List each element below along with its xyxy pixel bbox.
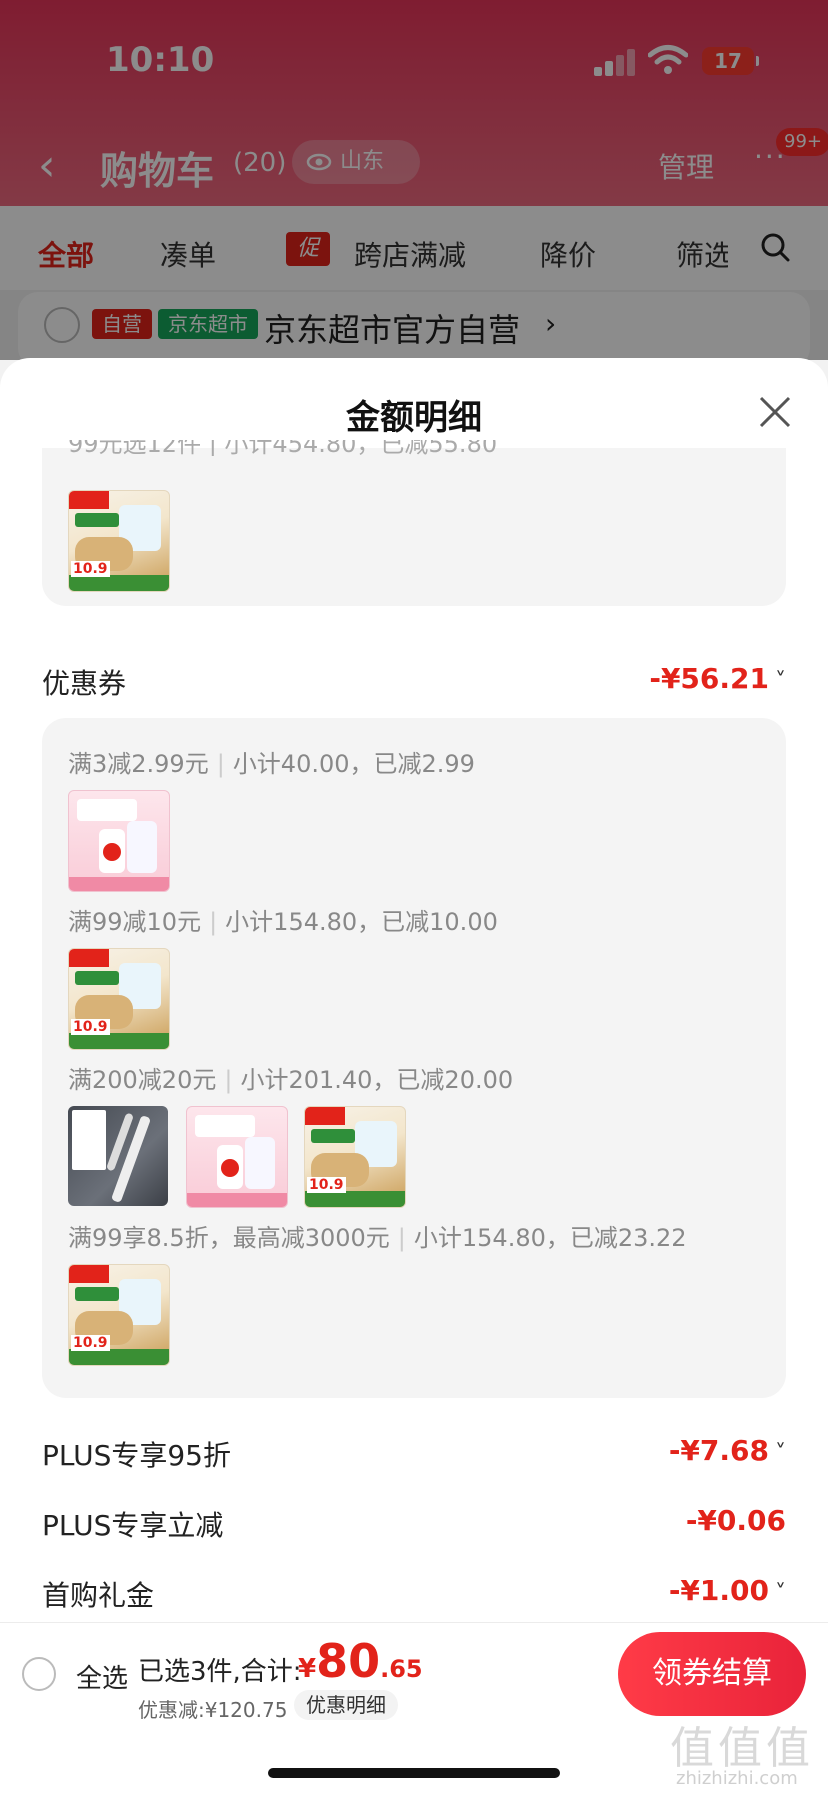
coupon-value[interactable]: -¥56.21 ˅	[649, 662, 786, 695]
promo-line-cut: 99元选12件 | 小计454.80，已减55.80	[68, 440, 498, 456]
product-thumb-nuts[interactable]: 10.9	[304, 1106, 406, 1208]
selected-info: 已选3件,合计:	[138, 1657, 302, 1687]
coupon-item-4: 满99享8.5折，最高减3000元 | 小计154.80，已减23.22	[68, 1224, 687, 1252]
plus95-label: PLUS专享95折	[42, 1439, 231, 1472]
thumb-price: 10.9	[307, 1177, 346, 1193]
select-all-checkbox[interactable]	[22, 1657, 56, 1691]
discount-detail-button[interactable]: 优惠明细	[294, 1690, 398, 1720]
coupon-item-2: 满99减10元 | 小计154.80，已减10.00	[68, 908, 498, 936]
amount-detail-sheet: 金额明细 99元选12件 | 小计454.80，已减55.80 10.9 优惠券…	[0, 358, 828, 1796]
sheet-title: 金额明细	[346, 398, 482, 438]
chevron-down-icon: ˅	[775, 1581, 786, 1606]
checkout-button[interactable]: 领券结算	[618, 1632, 806, 1716]
first-gift-value[interactable]: -¥1.00 ˅	[669, 1574, 786, 1607]
product-thumb-knife[interactable]	[68, 1106, 168, 1206]
home-indicator[interactable]	[268, 1768, 560, 1778]
product-thumb-nuts[interactable]: 10.9	[68, 948, 170, 1050]
thumb-price: 10.9	[71, 1019, 110, 1035]
coupon-label: 优惠券	[42, 667, 127, 700]
thumb-price: 10.9	[71, 1335, 110, 1351]
plus95-value[interactable]: -¥7.68 ˅	[669, 1434, 786, 1467]
product-thumb-detergent[interactable]	[68, 790, 170, 892]
coupon-item-1: 满3减2.99元 | 小计40.00，已减2.99	[68, 750, 475, 778]
watermark: 值值值	[670, 1723, 814, 1774]
product-thumb-nuts[interactable]: 10.9	[68, 1264, 170, 1366]
watermark-url: zhizhizhi.com	[676, 1768, 798, 1789]
select-all-label[interactable]: 全选	[76, 1658, 128, 1695]
first-gift-amount: -¥1.00	[668, 1574, 769, 1607]
chevron-down-icon: ˅	[775, 669, 786, 694]
total-amount: ¥80.65	[298, 1634, 423, 1688]
saved-amount: 优惠减:¥120.75	[138, 1698, 288, 1722]
coupon-amount: -¥56.21	[649, 662, 769, 695]
plus-reduce-label: PLUS专享立减	[42, 1509, 224, 1542]
coupon-item-3: 满200减20元 | 小计201.40，已减20.00	[68, 1066, 514, 1094]
product-thumb-detergent[interactable]	[186, 1106, 288, 1208]
close-icon[interactable]	[757, 394, 793, 430]
chevron-down-icon: ˅	[775, 1441, 786, 1466]
modal-overlay[interactable]	[0, 0, 828, 360]
plus-reduce-value: -¥0.06	[685, 1504, 786, 1537]
thumb-price: 10.9	[71, 561, 110, 577]
plus95-amount: -¥7.68	[668, 1434, 769, 1467]
first-gift-label: 首购礼金	[42, 1579, 155, 1612]
product-thumb-nuts[interactable]: 10.9	[68, 490, 170, 592]
